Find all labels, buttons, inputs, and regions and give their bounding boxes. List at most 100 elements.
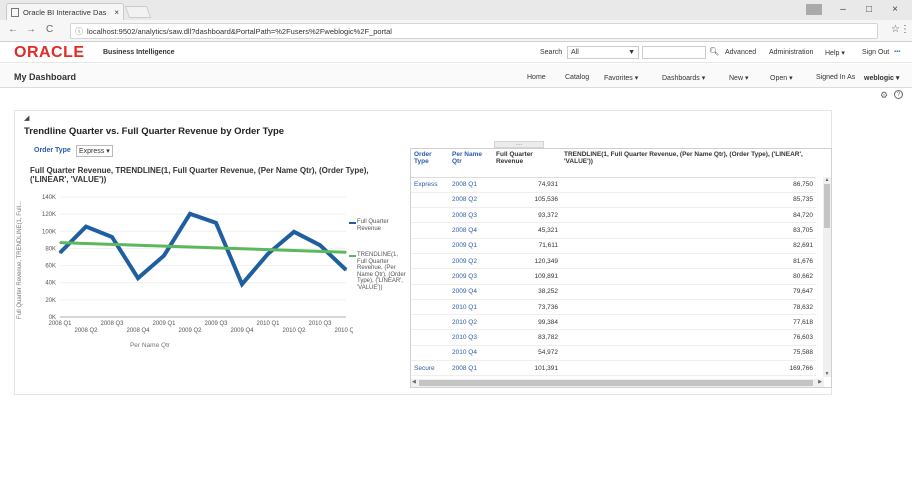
tab-title: Oracle BI Interactive Das <box>23 7 107 17</box>
table-row: 2009 Q1 71,611 82,691 <box>411 238 816 254</box>
column-header-order-type[interactable]: Order Type <box>411 149 449 178</box>
horizontal-scrollbar[interactable]: ◀ ▶ <box>411 379 824 387</box>
legend-swatch-trendline <box>349 255 356 257</box>
cell-trendline: 81,676 <box>561 253 816 270</box>
cell-trendline: 82,691 <box>561 238 816 254</box>
new-tab-button[interactable] <box>124 6 152 18</box>
cell-revenue: 101,391 <box>493 360 561 377</box>
cell-order-type[interactable] <box>411 314 449 331</box>
cell-order-type[interactable] <box>411 253 449 270</box>
collapse-icon[interactable]: ◢ <box>24 114 29 122</box>
cell-per-name-qtr[interactable]: 2008 Q1 <box>449 360 493 377</box>
x-tick-label: 2009 Q2 <box>178 328 202 334</box>
cell-order-type[interactable]: Express <box>411 177 449 193</box>
table-row: 2008 Q3 93,372 84,720 <box>411 207 816 224</box>
cell-per-name-qtr[interactable]: 2008 Q2 <box>449 192 493 209</box>
cell-per-name-qtr[interactable]: 2010 Q1 <box>449 299 493 316</box>
url-field[interactable]: ⓘ localhost:9502/analytics/saw.dll?dashb… <box>70 23 878 39</box>
cell-order-type[interactable] <box>411 329 449 346</box>
h-scroll-thumb[interactable] <box>419 380 813 386</box>
cell-revenue: 45,321 <box>493 222 561 239</box>
data-point-revenue <box>267 252 269 255</box>
column-header-per-name-qtr[interactable]: Per Name Qtr <box>449 149 493 178</box>
scroll-up-icon[interactable]: ▲ <box>823 177 831 183</box>
search-scope-value: All <box>571 49 579 56</box>
scroll-left-icon[interactable]: ◀ <box>412 379 416 385</box>
user-menu[interactable]: weblogic ▾ <box>864 74 899 82</box>
column-header-full-quarter-revenue[interactable]: Full Quarter Revenue <box>493 149 561 178</box>
gear-icon[interactable]: ⚙ <box>880 90 888 101</box>
cell-order-type[interactable] <box>411 345 449 362</box>
search-icon[interactable]: 🔍︎ <box>709 47 719 56</box>
cell-order-type[interactable] <box>411 268 449 285</box>
x-tick-label: 2009 Q4 <box>230 328 254 334</box>
cell-order-type[interactable] <box>411 192 449 209</box>
series-line-trendline <box>59 241 347 254</box>
favorites-menu[interactable]: Favorites ▾ <box>604 74 638 82</box>
cell-order-type[interactable] <box>411 238 449 254</box>
cell-revenue: 38,252 <box>493 284 561 300</box>
scroll-right-icon[interactable]: ▶ <box>818 379 822 385</box>
cell-per-name-qtr[interactable]: 2008 Q3 <box>449 207 493 224</box>
menu-icon[interactable]: ⋮ <box>900 24 910 35</box>
cell-per-name-qtr[interactable]: 2009 Q1 <box>449 238 493 254</box>
cell-per-name-qtr[interactable]: 2010 Q2 <box>449 314 493 331</box>
cell-order-type[interactable] <box>411 284 449 300</box>
vertical-scrollbar[interactable]: ▲ ▼ <box>823 177 831 377</box>
star-icon[interactable]: ☆ <box>891 24 900 35</box>
y-tick-label: 120K <box>42 212 56 218</box>
x-tick-label: 2010 Q4 <box>334 328 353 334</box>
sign-out-link[interactable]: Sign Out <box>862 49 889 56</box>
reload-icon[interactable]: C <box>46 24 53 35</box>
window-controls: – □ × <box>806 2 908 18</box>
advanced-link[interactable]: Advanced <box>725 49 756 56</box>
tab-close-icon[interactable]: × <box>114 8 119 17</box>
cell-per-name-qtr[interactable]: 2008 Q1 <box>449 177 493 193</box>
cell-per-name-qtr[interactable]: 2009 Q4 <box>449 284 493 300</box>
column-header-trendline[interactable]: TRENDLINE(1, Full Quarter Revenue, (Per … <box>561 149 816 178</box>
cell-revenue: 74,931 <box>493 177 561 193</box>
order-type-select[interactable]: Express ▾ <box>76 145 113 157</box>
scroll-thumb[interactable] <box>824 184 830 228</box>
browser-tab[interactable]: Oracle BI Interactive Das × <box>6 3 124 20</box>
forward-icon[interactable]: → <box>26 24 36 35</box>
profile-icon[interactable] <box>806 4 822 15</box>
cell-trendline: 79,647 <box>561 284 816 300</box>
table-drag-handle[interactable]: .... <box>494 141 544 148</box>
help-menu[interactable]: Help ▾ <box>825 49 845 57</box>
x-tick-label: 2010 Q1 <box>256 321 280 327</box>
x-tick-label: 2010 Q2 <box>282 328 306 334</box>
cell-order-type[interactable] <box>411 207 449 224</box>
signed-in-label: Signed In As <box>816 74 856 81</box>
back-icon[interactable]: ← <box>8 24 18 35</box>
home-link[interactable]: Home <box>527 74 546 81</box>
cell-order-type[interactable]: Secure <box>411 360 449 377</box>
search-scope-select[interactable]: All ▼ <box>567 46 639 59</box>
administration-link[interactable]: Administration <box>769 49 813 56</box>
info-icon[interactable]: ⓘ <box>75 26 83 37</box>
cell-revenue: 83,782 <box>493 329 561 346</box>
catalog-link[interactable]: Catalog <box>565 74 589 81</box>
cell-per-name-qtr[interactable]: 2009 Q2 <box>449 253 493 270</box>
minimize-button[interactable]: – <box>830 2 856 18</box>
new-menu[interactable]: New ▾ <box>729 74 748 82</box>
section-title: Trendline Quarter vs. Full Quarter Reven… <box>24 126 285 137</box>
cell-per-name-qtr[interactable]: 2008 Q4 <box>449 222 493 239</box>
help-icon[interactable]: ? <box>894 90 903 99</box>
data-point-trendline <box>215 247 217 249</box>
maximize-button[interactable]: □ <box>856 2 882 18</box>
cell-order-type[interactable] <box>411 299 449 316</box>
scroll-down-icon[interactable]: ▼ <box>823 371 831 377</box>
table-row: 2009 Q3 109,891 80,662 <box>411 268 816 285</box>
dashboards-menu[interactable]: Dashboards ▾ <box>662 74 705 82</box>
cell-order-type[interactable] <box>411 222 449 239</box>
close-window-button[interactable]: × <box>882 2 908 18</box>
cell-per-name-qtr[interactable]: 2010 Q3 <box>449 329 493 346</box>
cell-trendline: 83,705 <box>561 222 816 239</box>
cell-per-name-qtr[interactable]: 2010 Q4 <box>449 345 493 362</box>
overflow-icon[interactable]: ▪▪▪ <box>894 49 900 55</box>
data-point-trendline <box>241 247 243 250</box>
search-input[interactable] <box>642 46 706 59</box>
open-menu[interactable]: Open ▾ <box>770 74 793 82</box>
cell-per-name-qtr[interactable]: 2009 Q3 <box>449 268 493 285</box>
